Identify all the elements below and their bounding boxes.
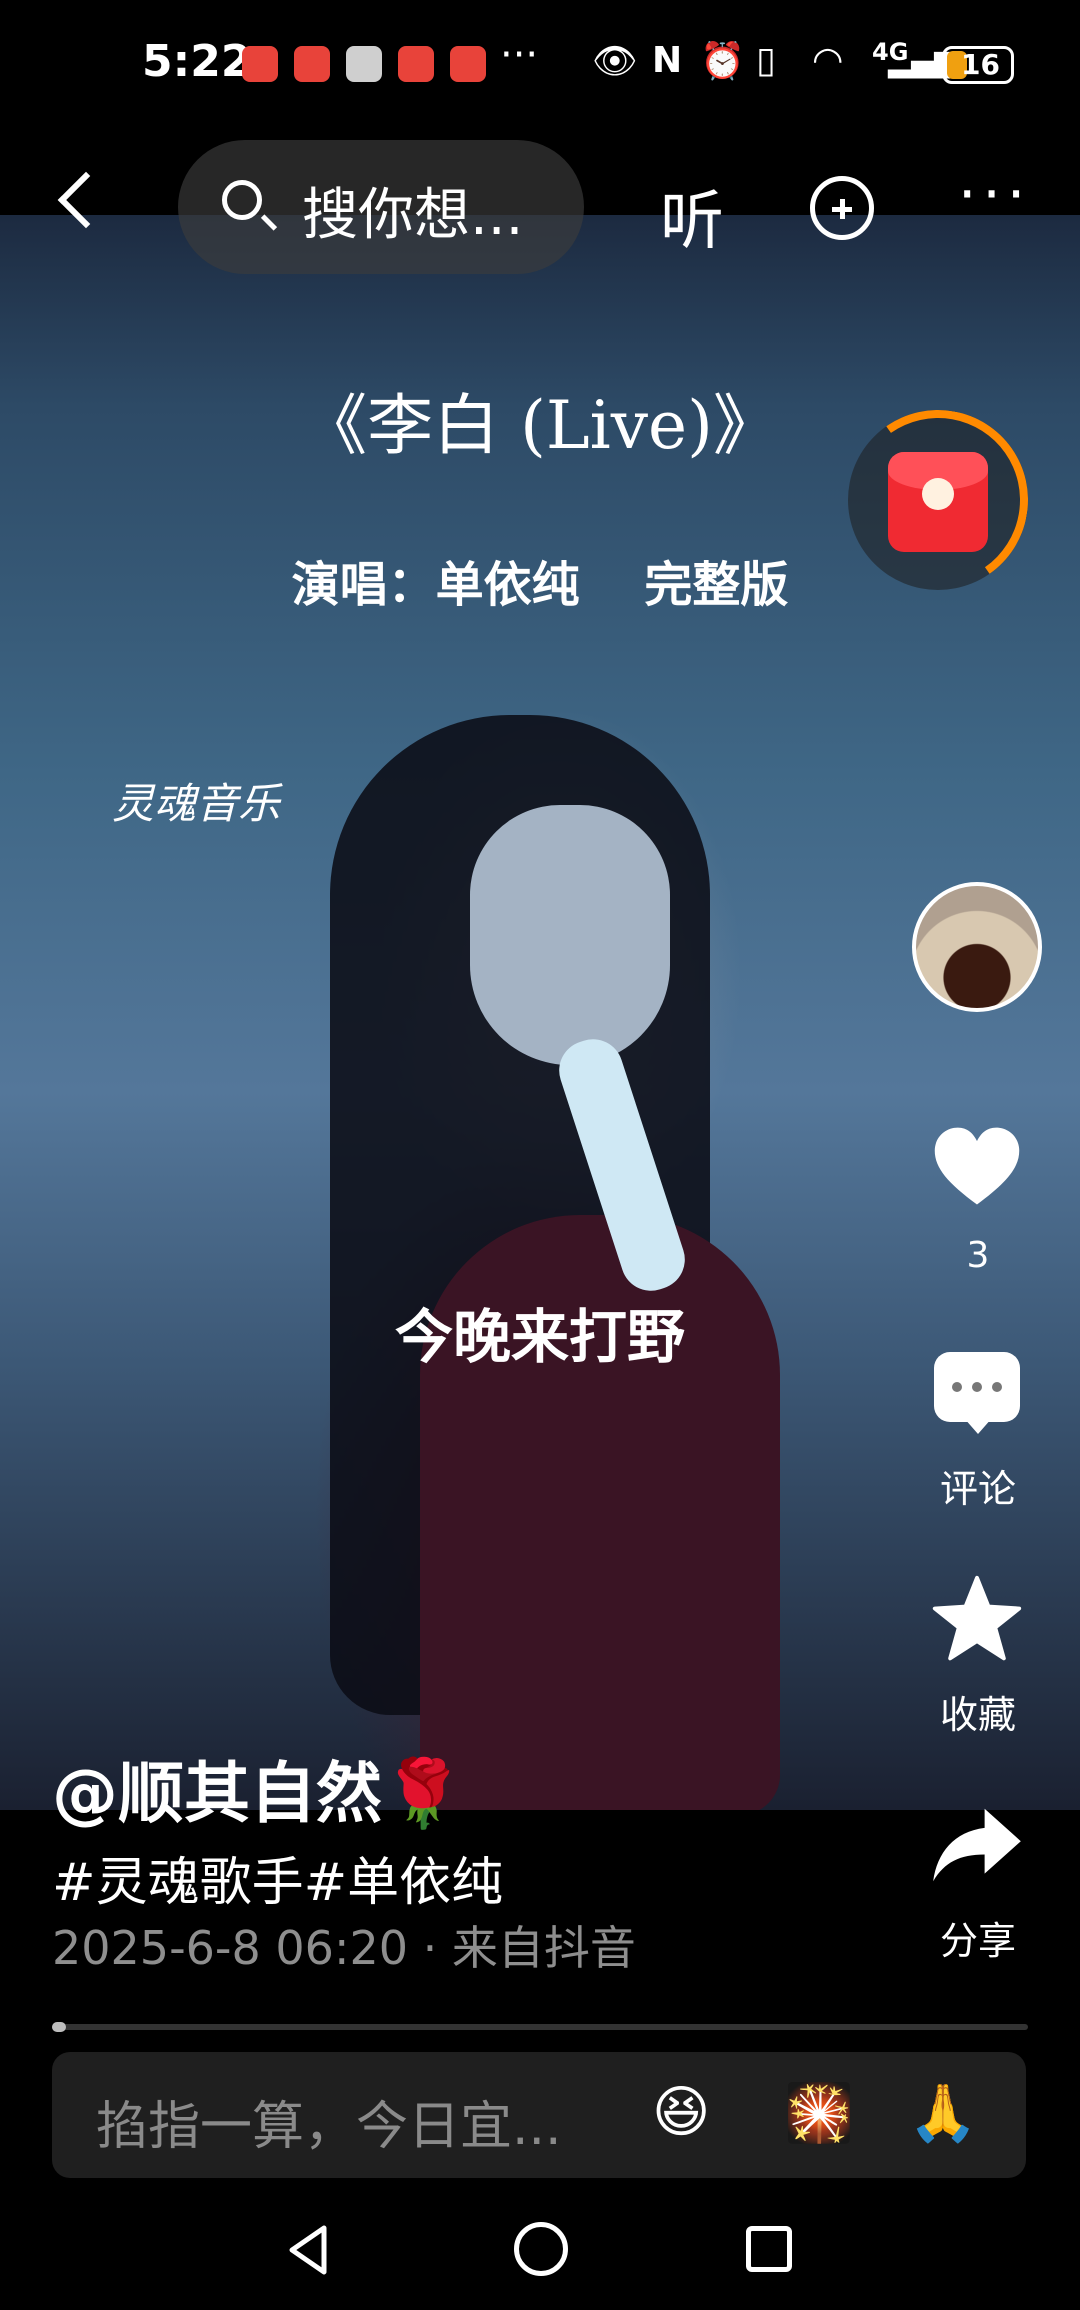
more-icon[interactable]: ··· <box>958 160 1031 228</box>
video-watermark: 灵魂音乐 <box>112 779 281 828</box>
video-lyric-caption: 今晚来打野 <box>394 1303 685 1371</box>
notification-icon <box>398 46 434 82</box>
nav-back-icon[interactable] <box>284 2222 334 2278</box>
status-more-indicator: ··· <box>500 32 539 78</box>
battery-level: 16 <box>961 48 1000 81</box>
nfc-icon: Ν <box>652 40 683 81</box>
heart-icon[interactable] <box>929 1120 1025 1216</box>
author-avatar[interactable] <box>912 882 1042 1012</box>
author-name[interactable]: @顺其自然🌹 <box>52 1740 464 1836</box>
search-placeholder: 搜你想... <box>302 183 524 248</box>
laugh-emoji-button[interactable]: 😆 <box>652 2080 710 2145</box>
alarm-icon: ⏰ <box>700 41 745 82</box>
notification-icon <box>346 46 382 82</box>
search-icon <box>222 180 262 220</box>
like-count: 3 <box>966 1235 990 1276</box>
share-label: 分享 <box>939 1919 1016 1963</box>
share-icon[interactable] <box>929 1805 1025 1885</box>
status-time: 5:22 <box>142 36 252 87</box>
comment-input-placeholder: 掐指一算，今日宜... <box>96 2097 562 2157</box>
video-progress-bar[interactable] <box>52 2024 1028 2030</box>
wifi-icon: ◠ <box>812 40 844 81</box>
eye-comfort-icon: 👁 <box>592 41 638 82</box>
vibrate-icon: ▯ <box>756 40 776 81</box>
listen-button[interactable]: 听 <box>660 170 724 262</box>
pray-emoji-button[interactable]: 🙏 <box>908 2080 978 2146</box>
add-icon[interactable] <box>810 176 874 240</box>
nav-recents-icon[interactable] <box>746 2226 792 2272</box>
notification-icon <box>242 46 278 82</box>
favorite-label: 收藏 <box>939 1693 1016 1737</box>
nav-home-icon[interactable] <box>514 2222 568 2276</box>
notification-icon <box>450 46 486 82</box>
notification-icon <box>294 46 330 82</box>
red-packet-icon <box>888 452 988 552</box>
post-meta: 2025-6-8 06:20 · 来自抖音 <box>52 1921 636 1975</box>
comment-icon[interactable] <box>934 1352 1020 1434</box>
battery-icon: 16 <box>942 46 1014 84</box>
post-hashtags[interactable]: #灵魂歌手#单依纯 <box>52 1840 503 1915</box>
firework-emoji-button[interactable]: 🎇 <box>784 2080 854 2146</box>
star-icon[interactable] <box>929 1572 1025 1668</box>
video-progress-handle[interactable] <box>52 2022 66 2032</box>
comment-label: 评论 <box>939 1467 1016 1511</box>
